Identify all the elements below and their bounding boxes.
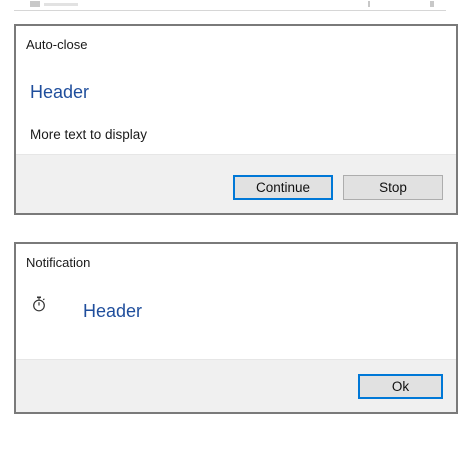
- background-icon: [430, 1, 434, 7]
- stop-button[interactable]: Stop: [343, 175, 443, 200]
- dialog-title: Auto-close: [26, 37, 88, 52]
- dialog-header: Header: [83, 301, 143, 321]
- auto-close-dialog: Auto-close Header More text to display C…: [14, 24, 458, 215]
- background-window-edge: [0, 0, 460, 12]
- dialog-title: Notification: [26, 255, 91, 270]
- background-icon: [30, 1, 40, 7]
- dialog-body-text: More text to display: [30, 127, 148, 142]
- ok-button[interactable]: Ok: [358, 374, 443, 399]
- notification-dialog: Notification Header Ok: [14, 242, 458, 414]
- background-text-fragment: [44, 3, 78, 6]
- stopwatch-icon: [33, 296, 45, 312]
- background-separator: [368, 1, 370, 7]
- continue-button[interactable]: Continue: [233, 175, 333, 200]
- screen: Auto-close Header More text to display C…: [0, 0, 460, 463]
- window-divider: [14, 10, 446, 11]
- dialog-header: Header: [30, 82, 90, 102]
